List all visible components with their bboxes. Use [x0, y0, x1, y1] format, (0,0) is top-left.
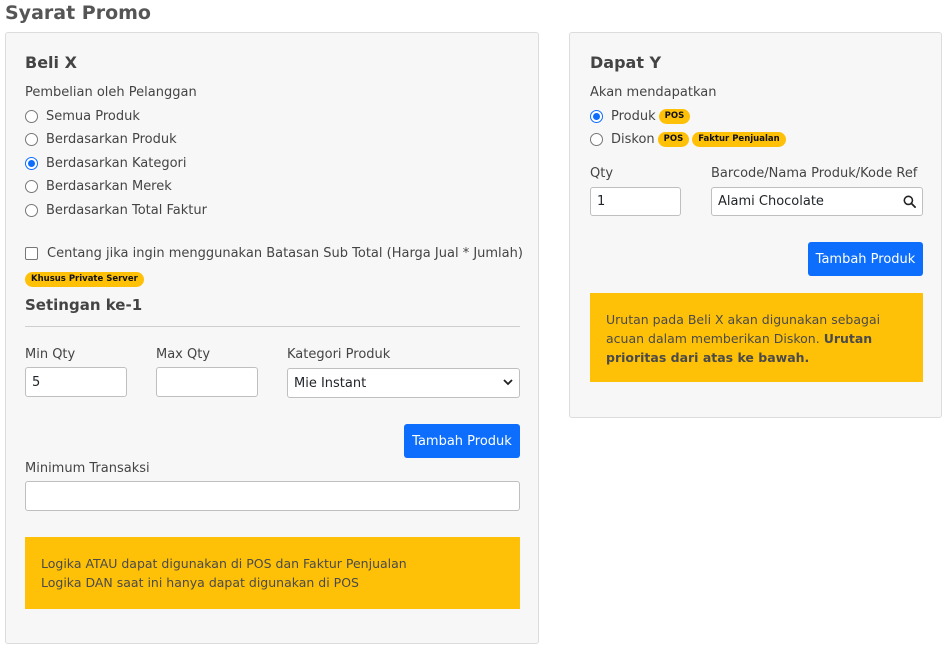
barcode-input[interactable]: Alami Chocolate [711, 187, 923, 216]
min-qty-value: 5 [32, 374, 41, 390]
logic-alert: Logika ATAU dapat digunakan di POS dan F… [25, 537, 520, 609]
add-product-button-left[interactable]: Tambah Produk [404, 424, 520, 458]
alert-line-1: Logika ATAU dapat digunakan di POS dan F… [41, 556, 407, 571]
dapat-y-card: Dapat Y Akan mendapatkan Produk POS Disk… [569, 32, 942, 418]
option-semua-produk[interactable]: Semua Produk [25, 109, 140, 124]
priority-alert: Urutan pada Beli X akan digunakan sebaga… [590, 293, 923, 382]
page-title: Syarat Promo [5, 2, 151, 24]
private-server-badge: Khusus Private Server [25, 272, 144, 287]
radio-berdasarkan-total-faktur[interactable] [25, 204, 38, 217]
radio-diskon[interactable] [590, 133, 603, 146]
radio-produk[interactable] [590, 110, 603, 123]
min-transaction-label: Minimum Transaksi [25, 461, 150, 476]
category-select[interactable]: Mie Instant [287, 368, 520, 398]
qty-input[interactable]: 1 [590, 187, 681, 216]
option-label: Berdasarkan Produk [46, 132, 177, 147]
qty-label: Qty [590, 166, 614, 181]
radio-berdasarkan-kategori[interactable] [25, 157, 38, 170]
subtotal-checkbox[interactable] [25, 247, 38, 260]
setting-title: Setingan ke-1 [25, 296, 143, 314]
option-label: Berdasarkan Merek [46, 179, 172, 194]
pos-badge: POS [657, 132, 690, 147]
radio-berdasarkan-produk[interactable] [25, 133, 38, 146]
barcode-label: Barcode/Nama Produk/Kode Ref [711, 166, 918, 181]
qty-value: 1 [597, 194, 606, 209]
alert-line-2: Logika DAN saat ini hanya dapat digunaka… [41, 575, 359, 590]
max-qty-label: Max Qty [156, 347, 211, 362]
beli-x-title: Beli X [25, 53, 77, 72]
option-produk-label: Produk [611, 109, 656, 124]
option-diskon-label: Diskon [611, 132, 655, 147]
option-diskon[interactable]: Diskon POS Faktur Penjualan [590, 132, 786, 147]
add-product-button-right[interactable]: Tambah Produk [808, 242, 923, 276]
option-label: Berdasarkan Total Faktur [46, 203, 207, 218]
get-label: Akan mendapatkan [590, 85, 717, 100]
barcode-value: Alami Chocolate [718, 194, 824, 209]
dapat-y-title: Dapat Y [590, 53, 662, 72]
category-value: Mie Instant [294, 375, 367, 391]
option-berdasarkan-total-faktur[interactable]: Berdasarkan Total Faktur [25, 203, 207, 218]
option-berdasarkan-produk[interactable]: Berdasarkan Produk [25, 132, 177, 147]
chevron-down-icon [503, 379, 513, 386]
beli-x-card: Beli X Pembelian oleh Pelanggan Semua Pr… [5, 32, 539, 644]
option-berdasarkan-kategori[interactable]: Berdasarkan Kategori [25, 156, 187, 171]
option-berdasarkan-merek[interactable]: Berdasarkan Merek [25, 179, 172, 194]
setting-divider [25, 326, 520, 327]
subtotal-check-label: Centang jika ingin menggunakan Batasan S… [47, 246, 523, 261]
faktur-badge: Faktur Penjualan [692, 132, 786, 147]
purchase-label: Pembelian oleh Pelanggan [25, 85, 197, 100]
subtotal-checkbox-row[interactable]: Centang jika ingin menggunakan Batasan S… [25, 246, 523, 261]
min-qty-label: Min Qty [25, 347, 76, 362]
option-label: Semua Produk [46, 109, 140, 124]
option-label: Berdasarkan Kategori [46, 156, 187, 171]
radio-semua-produk[interactable] [25, 110, 38, 123]
min-transaction-input[interactable] [25, 481, 520, 511]
pos-badge: POS [658, 109, 691, 124]
category-label: Kategori Produk [287, 347, 391, 362]
search-icon[interactable] [903, 195, 916, 208]
option-produk[interactable]: Produk POS [590, 109, 691, 124]
min-qty-input[interactable]: 5 [25, 367, 127, 397]
max-qty-input[interactable] [156, 367, 258, 397]
radio-berdasarkan-merek[interactable] [25, 180, 38, 193]
